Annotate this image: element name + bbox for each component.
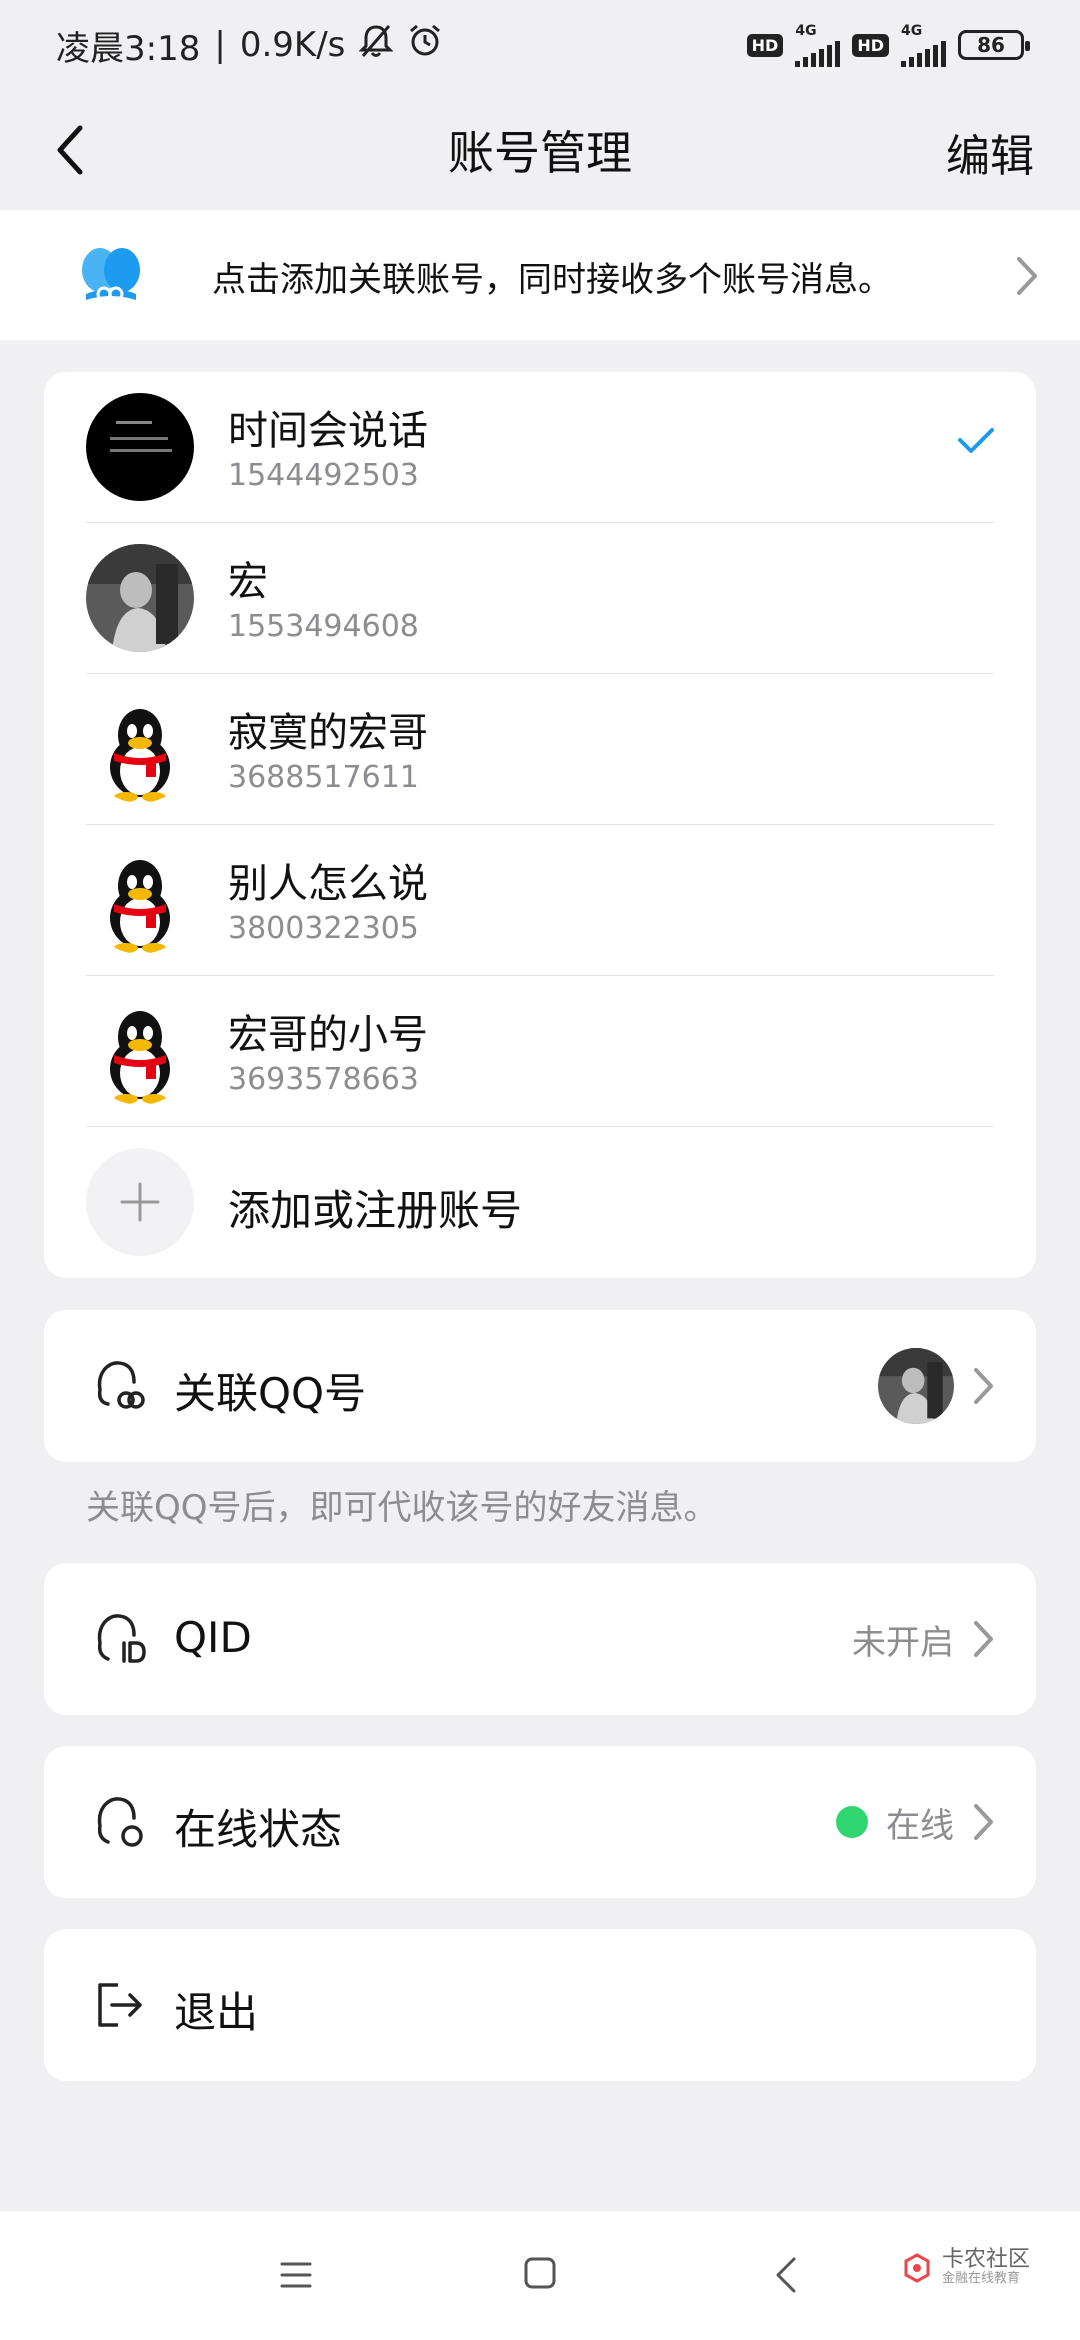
logout-icon (98, 1983, 142, 2027)
account-name: 宏哥的小号 (228, 1012, 428, 1058)
chevron-left-icon (57, 125, 83, 175)
watermark-subtitle: 金融在线教育 (942, 2271, 1021, 2286)
account-name: 寂寞的宏哥 (228, 710, 428, 756)
chevron-right-icon (1017, 257, 1037, 295)
chevron-right-icon (974, 1621, 993, 1657)
signal-1: 4G (795, 23, 841, 67)
linked-qq-label: 关联QQ号 (174, 1369, 367, 1418)
mute-bell-icon (358, 23, 394, 68)
qid-right: 未开启 (852, 1563, 996, 1715)
account-name: 时间会说话 (228, 408, 428, 454)
status-speed: 0.9K/s (239, 25, 346, 65)
chevron-right-icon (974, 1368, 993, 1404)
account-row[interactable]: 寂寞的宏哥 3688517611 (44, 674, 1036, 825)
page-title: 账号管理 (448, 126, 632, 180)
qid-label: QID (174, 1613, 252, 1662)
account-number: 3688517611 (228, 760, 419, 795)
linked-qq-row[interactable]: 关联QQ号 (44, 1310, 1036, 1462)
avatar (86, 393, 194, 501)
network-type-label: 4G (901, 23, 923, 39)
online-status-right: 在线 (836, 1746, 996, 1898)
home-icon[interactable] (522, 2255, 558, 2291)
qid-row[interactable]: QID 未开启 (44, 1563, 1036, 1715)
watermark: 卡农社区 金融在线教育 (900, 2249, 1030, 2287)
status-time: 凌晨3:18 (56, 28, 201, 69)
qid-icon (97, 1614, 146, 1663)
linked-qq-right (878, 1310, 996, 1462)
hd-badge: HD (746, 33, 784, 57)
status-left: 凌晨3:18 | 0.9K/s (56, 21, 443, 70)
penguin-avatar-icon (86, 997, 194, 1105)
accounts-list: 时间会说话 1544492503 宏 1553494608 寂寞的宏哥 3688… (44, 372, 1036, 1278)
logout-row[interactable]: 退出 (44, 1929, 1036, 2081)
edit-button[interactable]: 编辑 (946, 120, 1034, 184)
battery-level: 86 (977, 33, 1005, 57)
hd-badge: HD (852, 33, 889, 57)
account-row[interactable]: 时间会说话 1544492503 (44, 372, 1036, 523)
chevron-right-icon (974, 1804, 993, 1840)
checkmark-icon (958, 428, 994, 453)
account-name: 宏 (228, 559, 268, 605)
account-number: 1553494608 (228, 609, 419, 644)
link-penguin-icon (97, 1361, 145, 1409)
qid-value: 未开启 (852, 1622, 954, 1663)
status-separator: | (214, 25, 226, 65)
watermark-text: 卡农社区 金融在线教育 (942, 2249, 1030, 2287)
account-row[interactable]: 宏哥的小号 3693578663 (44, 976, 1036, 1127)
online-status-row[interactable]: 在线状态 在线 (44, 1746, 1036, 1898)
back-icon[interactable] (772, 2255, 802, 2295)
battery-icon: 86 (958, 30, 1030, 60)
status-right: HD 4G HD 4G 86 (746, 23, 1030, 67)
linked-accounts-icon (82, 248, 140, 302)
signal-bars-icon (795, 39, 841, 67)
network-type-label: 4G (795, 23, 817, 39)
online-status-label: 在线状态 (174, 1805, 343, 1854)
alarm-icon (407, 23, 443, 68)
penguin-avatar-icon (86, 695, 194, 803)
menu-icon[interactable] (278, 2257, 314, 2293)
online-dot-icon (836, 1806, 868, 1838)
add-linked-account-banner[interactable]: 点击添加关联账号，同时接收多个账号消息。 (0, 210, 1080, 340)
system-navigation-bar: 卡农社区 金融在线教育 (0, 2210, 1080, 2340)
back-button[interactable] (38, 118, 102, 182)
online-status-value: 在线 (886, 1805, 954, 1846)
account-row[interactable]: 别人怎么说 3800322305 (44, 825, 1036, 976)
add-account-button[interactable]: 添加或注册账号 (44, 1127, 1036, 1278)
avatar (878, 1348, 954, 1424)
logout-label: 退出 (174, 1988, 259, 2037)
account-number: 1544492503 (228, 458, 419, 493)
account-number: 3693578663 (228, 1062, 419, 1097)
linked-qq-note: 关联QQ号后，即可代收该号的好友消息。 (86, 1488, 718, 1528)
online-status-icon (97, 1797, 143, 1847)
watermark-logo-icon (904, 2253, 930, 2283)
navigation-bar: 账号管理 编辑 (0, 90, 1080, 210)
signal-2: 4G (901, 23, 946, 67)
add-account-label: 添加或注册账号 (228, 1186, 523, 1235)
plus-icon (86, 1148, 194, 1256)
account-name: 别人怎么说 (228, 861, 428, 907)
status-bar: 凌晨3:18 | 0.9K/s HD 4G HD 4G 86 (0, 0, 1080, 90)
signal-bars-icon (901, 39, 946, 67)
banner-text: 点击添加关联账号，同时接收多个账号消息。 (212, 260, 892, 300)
penguin-avatar-icon (86, 846, 194, 954)
watermark-title: 卡农社区 (942, 2247, 1031, 2272)
avatar (86, 544, 194, 652)
account-row[interactable]: 宏 1553494608 (44, 523, 1036, 674)
account-number: 3800322305 (228, 911, 419, 946)
